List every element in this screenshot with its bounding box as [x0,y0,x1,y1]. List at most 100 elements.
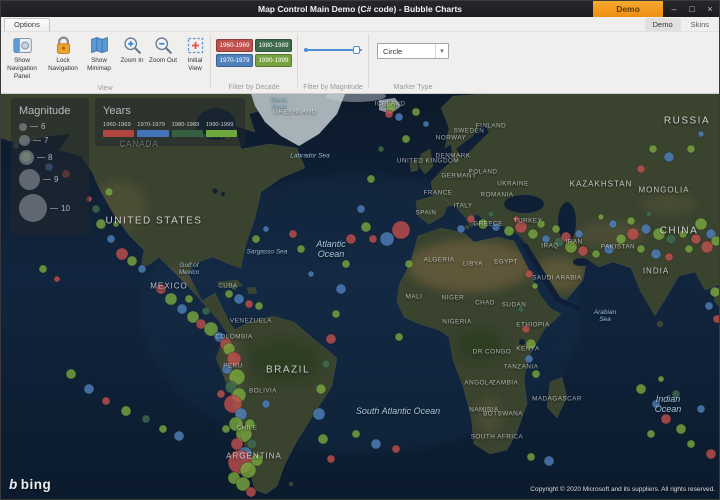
earthquake-bubble [405,260,413,268]
earthquake-bubble [234,294,244,304]
earthquake-bubble [39,265,47,273]
earthquake-bubble [705,302,713,310]
years-legend-label: 1980-1989 [172,122,203,128]
decade-1970-1979-button[interactable]: 1970-1979 [216,54,253,67]
magnitude-tick [43,179,51,180]
years-legend-item: 1970-1979 [137,122,168,137]
magnitude-legend-rows: 678910 [19,122,81,222]
magnitude-tick [30,126,38,127]
earthquake-bubble [332,310,340,318]
magnitude-slider-thumb[interactable] [353,46,360,54]
tab-skins[interactable]: Skins [683,18,717,31]
app-window: Map Control Main Demo (C# code) - Bubble… [0,0,720,500]
marker-type-group: Circle ▾ Marker Type [370,32,456,93]
magnitude-legend-row: 9 [19,169,81,190]
button-label: Lock Navigation [48,57,78,73]
earthquake-bubble [528,229,538,239]
map-canvas[interactable]: UNITED STATESBRAZILRUSSIACHINACANADAARGE… [1,94,720,500]
earthquake-bubble [246,487,256,497]
earthquake-bubble [537,220,545,228]
earthquake-bubble [552,225,560,233]
earthquake-bubble [713,315,720,323]
button-label: Show Navigation Panel [0,57,45,81]
earthquake-bubble [156,284,166,294]
maximize-icon[interactable]: □ [683,1,701,17]
magnitude-value: 10 [61,204,70,213]
magnitude-legend-title: Magnitude [19,105,81,117]
world-map [1,94,720,500]
earthquake-bubble [687,145,695,153]
zoom-out-button[interactable]: Zoom Out [147,33,179,85]
earthquake-bubble [666,234,676,244]
magnitude-legend: Magnitude 678910 [11,98,89,235]
earthquake-bubble [202,307,210,315]
magnitude-legend-row: 10 [19,194,81,222]
earthquake-bubble [561,232,571,242]
earthquake-bubble [247,439,257,449]
earthquake-bubble [116,248,128,260]
years-legend-items: 1960-19691970-19791980-19891990-1999 [103,122,237,137]
show-minimap-button[interactable]: Show Minimap [81,33,117,85]
earthquake-bubble [336,284,346,294]
demo-skins-tabs: Demo Skins [645,17,719,31]
button-label: Zoom In [120,57,143,65]
earthquake-bubble [322,360,330,368]
earthquake-bubble [636,384,646,394]
tab-demo[interactable]: Demo [645,18,681,31]
show-navigation-panel-button[interactable]: Show Navigation Panel [0,33,45,85]
zoom-in-button[interactable]: Zoom In [117,33,147,85]
demo-badge[interactable]: Demo [593,1,663,17]
earthquake-bubble [672,390,680,398]
minimize-icon[interactable]: – [665,1,683,17]
magnitude-tick [33,140,41,141]
magnitude-circle [19,194,47,222]
magnitude-slider[interactable] [304,43,362,57]
earthquake-bubble [676,424,686,434]
earthquake-bubble [255,302,263,310]
years-legend-label: 1960-1969 [103,122,134,128]
earthquake-bubble [174,431,184,441]
earthquake-bubble [165,293,177,305]
years-legend-swatch [172,130,203,137]
ribbon-separator [297,34,298,88]
decade-1960-1969-button[interactable]: 1960-1969 [216,39,253,52]
earthquake-bubble [352,430,360,438]
decade-1990-1999-button[interactable]: 1990-1999 [255,54,292,67]
close-icon[interactable]: × [701,1,719,17]
earthquake-bubble [513,216,519,222]
magnitude-value: 8 [48,153,52,162]
earthquake-bubble [544,456,554,466]
earthquake-bubble [532,283,538,289]
earthquake-bubble [346,234,356,244]
earthquake-bubble [526,339,536,349]
earthquake-bubble [565,241,577,253]
magnitude-legend-row: 8 [19,150,81,165]
lock-navigation-button[interactable]: Lock Navigation [45,33,81,85]
initial-view-icon [185,35,206,56]
earthquake-bubble [532,370,540,378]
earthquake-bubble [637,245,645,253]
dropdown-arrow-icon[interactable]: ▾ [435,44,448,58]
earthquake-bubble [96,219,106,229]
initial-view-button[interactable]: Initial View [179,33,211,85]
decade-1980-1989-button[interactable]: 1980-1989 [255,39,292,52]
earthquake-bubble [262,400,270,408]
earthquake-bubble [402,135,410,143]
years-legend-title: Years [103,105,237,117]
earthquake-bubble [578,246,588,256]
earthquake-bubble [685,245,693,253]
earthquake-bubble [627,217,635,225]
tab-options[interactable]: Options [4,18,50,31]
earthquake-bubble [598,214,604,220]
earthquake-bubble [653,228,665,240]
earthquake-bubble [664,152,674,162]
bing-b-icon: b [9,477,18,492]
minimap-icon [89,35,110,56]
zoom-out-icon [153,35,174,56]
view-group-label: View [97,85,112,94]
earthquake-bubble [369,235,377,243]
magnitude-legend-row: 6 [19,122,81,131]
earthquake-bubble [185,295,193,303]
marker-type-dropdown[interactable]: Circle ▾ [377,43,449,59]
earthquake-bubble [687,440,695,448]
